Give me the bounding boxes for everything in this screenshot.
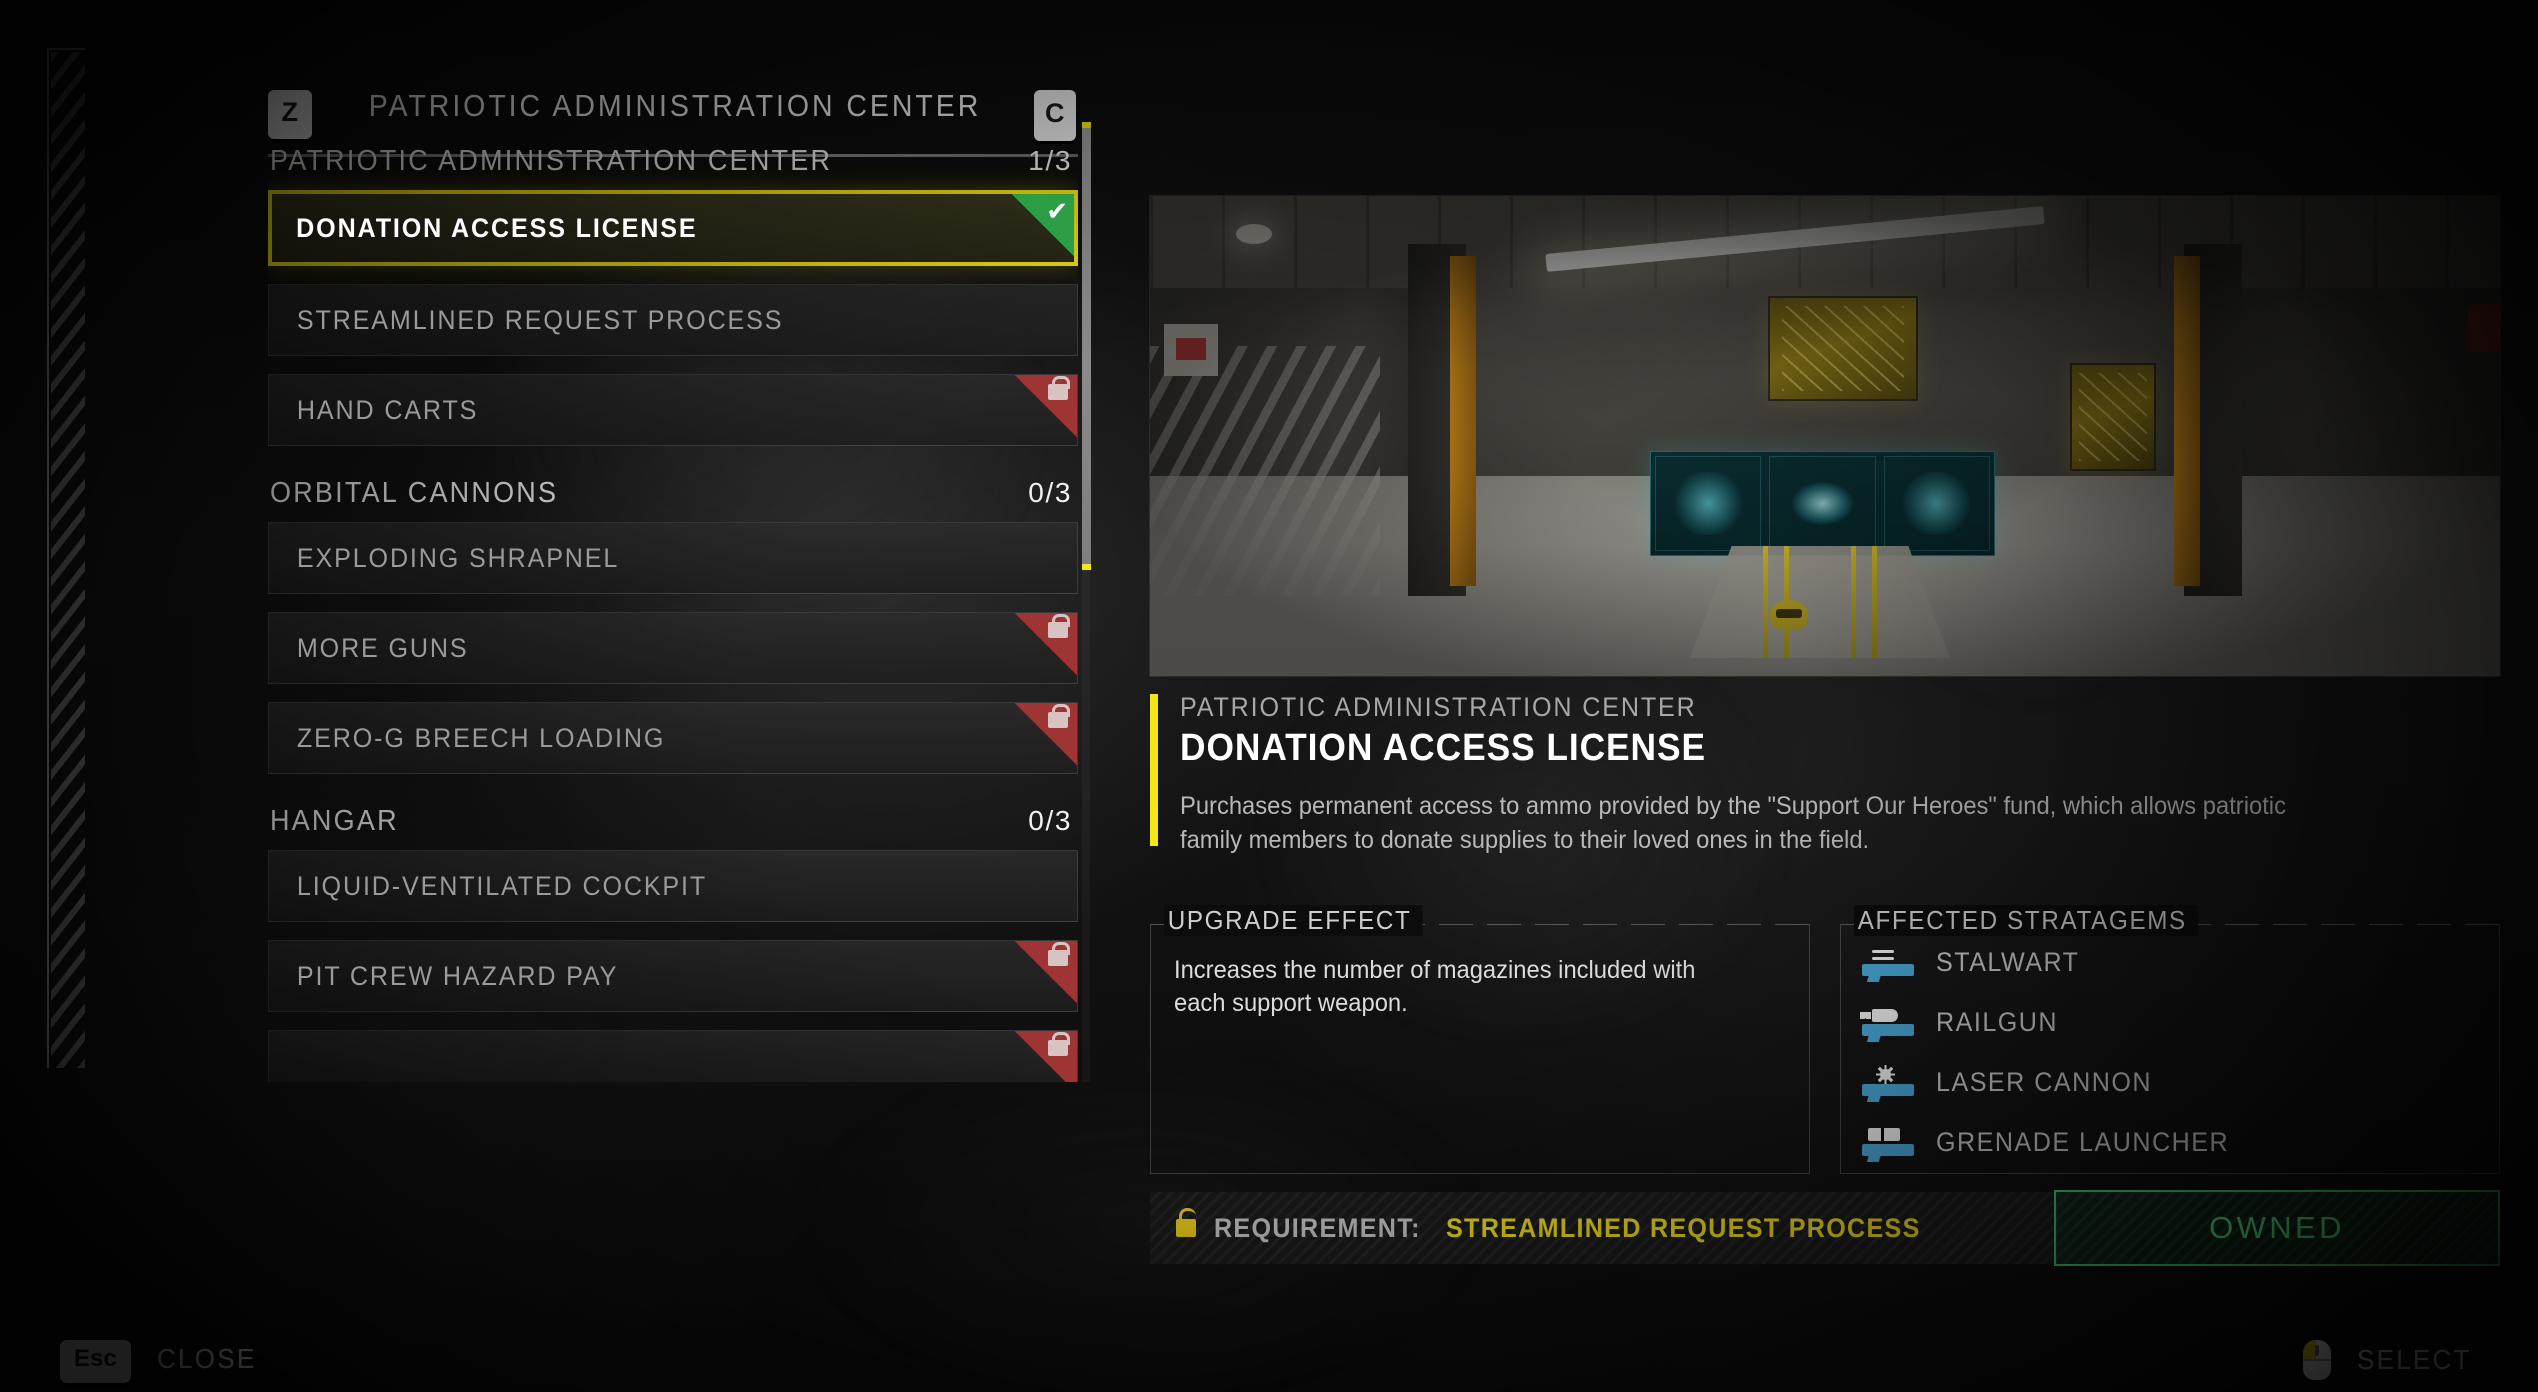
category-progress-count: 0/3 (1028, 805, 1072, 836)
select-label: SELECT (2356, 1344, 2472, 1375)
laser-cannon-icon (1858, 1062, 1920, 1102)
locked-corner-flag (1015, 941, 1077, 1003)
affected-stratagems-box: AFFECTED STRATAGEMS STALWART RAILGUN LASER… (1840, 905, 2500, 1174)
stratagem-row: LASER CANNON (1858, 1052, 2490, 1112)
category-header: HANGAR 0/3 (268, 792, 1078, 850)
page-title: PATRIOTIC ADMINISTRATION CENTER (368, 88, 982, 123)
upgrade-item-label: HAND CARTS (296, 394, 479, 425)
locked-corner-flag (1015, 375, 1077, 437)
upgrade-list-item[interactable]: PIT CREW HAZARD PAY (268, 940, 1078, 1012)
upgrade-list-item[interactable]: STREAMLINED REQUEST PROCESS (268, 284, 1078, 356)
detail-header: PATRIOTIC ADMINISTRATION CENTER DONATION… (1150, 692, 2500, 857)
upgrade-list[interactable]: PATRIOTIC ADMINISTRATION CENTER 1/3 DONATI… (268, 132, 1078, 1082)
upgrade-list-item[interactable]: EXPLODING SHRAPNEL (268, 522, 1078, 594)
scrollbar-thumb[interactable] (1082, 122, 1091, 570)
category-progress-count: 1/3 (1028, 145, 1072, 176)
stratagem-row: RAILGUN (1858, 992, 2490, 1052)
footer-close-hint[interactable]: Esc CLOSE (60, 1340, 264, 1378)
stratagem-row: STALWART (1858, 932, 2490, 992)
upgrade-item-label: STREAMLINED REQUEST PROCESS (296, 304, 784, 335)
upgrade-list-item[interactable]: LIQUID-VENTILATED COCKPIT (268, 850, 1078, 922)
mouse-wheel (2314, 1345, 2319, 1356)
upgrade-list-item[interactable]: HAND CARTS (268, 374, 1078, 446)
unlock-icon (1176, 1208, 1196, 1237)
requirement-bar: REQUIREMENT: STREAMLINED REQUEST PROCESS (1150, 1192, 2070, 1264)
detail-upgrade-name: DONATION ACCESS LICENSE (1180, 727, 1707, 769)
weapon-grip (1866, 1154, 1882, 1162)
requirement-value: STREAMLINED REQUEST PROCESS (1446, 1212, 1921, 1243)
footer-select-hint[interactable]: SELECT (2302, 1340, 2480, 1380)
upgrade-item-label: PIT CREW HAZARD PAY (296, 960, 619, 991)
next-category-key[interactable]: C (1034, 90, 1076, 136)
preview-shading-overlay (1150, 196, 2500, 676)
stratagem-label: GRENADE LAUNCHER (1936, 1126, 2230, 1157)
locked-corner-flag (1015, 613, 1077, 675)
locked-corner-flag (1015, 1031, 1077, 1082)
upgrade-list-item[interactable]: DONATION ACCESS LICENSE ✔ (268, 190, 1078, 266)
weapon-grip (1866, 974, 1882, 982)
lock-icon (1048, 376, 1070, 400)
upgrade-list-item[interactable] (268, 1030, 1078, 1082)
mouse-left-click-icon (2302, 1340, 2331, 1380)
detail-accent-bar (1150, 694, 1158, 846)
weapon-detail (1876, 1065, 1895, 1084)
weapon-detail (1872, 957, 1894, 960)
stratagem-row: GRENADE LAUNCHER (1858, 1112, 2490, 1172)
upgrade-list-item[interactable]: ZERO-G BREECH LOADING (268, 702, 1078, 774)
upgrade-item-label: EXPLODING SHRAPNEL (296, 542, 620, 573)
railgun-icon (1858, 1002, 1920, 1042)
upgrade-item-label: ZERO-G BREECH LOADING (296, 722, 666, 753)
hatch-pattern (51, 52, 85, 1068)
detail-category-label: PATRIOTIC ADMINISTRATION CENTER (1180, 692, 1697, 722)
ship-module-preview-image (1150, 196, 2500, 676)
close-label: CLOSE (156, 1343, 257, 1374)
stratagem-label: STALWART (1936, 946, 2080, 977)
category-name: PATRIOTIC ADMINISTRATION CENTER (270, 144, 833, 177)
stratagem-list: STALWART RAILGUN LASER CANNON GRENADE LAUNC… (1858, 932, 2490, 1172)
machine-gun-icon (1858, 942, 1920, 982)
owned-corner-flag: ✔ (1012, 194, 1074, 256)
requirement-label: REQUIREMENT: (1214, 1212, 1421, 1243)
check-icon: ✔ (1046, 196, 1068, 226)
stratagem-label: RAILGUN (1936, 1006, 2059, 1037)
prev-category-key[interactable]: Z (268, 90, 312, 134)
lock-icon (1048, 704, 1070, 728)
upgrade-item-label: MORE GUNS (296, 632, 469, 663)
lock-icon (1048, 1032, 1070, 1056)
upgrade-effect-box: UPGRADE EFFECT Increases the number of m… (1150, 905, 1810, 1174)
stratagem-label: LASER CANNON (1936, 1066, 2152, 1097)
locked-corner-flag (1015, 703, 1077, 765)
weapon-detail (1872, 1009, 1898, 1022)
category-header: PATRIOTIC ADMINISTRATION CENTER 1/3 (268, 132, 1078, 190)
purchase-button[interactable]: OWNED (2054, 1190, 2500, 1266)
panel-header: Z PATRIOTIC ADMINISTRATION CENTER C (268, 42, 1078, 157)
weapon-grip (1866, 1034, 1882, 1042)
mouse-divider (2302, 1359, 2331, 1361)
category-progress-count: 0/3 (1028, 477, 1072, 508)
upgrade-item-label: DONATION ACCESS LICENSE (296, 212, 698, 243)
detail-description: Purchases permanent access to ammo provi… (1180, 792, 2286, 854)
weapon-detail (1868, 1128, 1900, 1141)
category-name: HANGAR (270, 804, 399, 837)
esc-key[interactable]: Esc (60, 1340, 131, 1378)
upgrade-list-item[interactable]: MORE GUNS (268, 612, 1078, 684)
lock-icon (1048, 614, 1070, 638)
upgrade-item-label: LIQUID-VENTILATED COCKPIT (296, 870, 708, 901)
category-name: ORBITAL CANNONS (270, 476, 559, 509)
lock-icon (1048, 942, 1070, 966)
upgrade-effect-text: Increases the number of magazines includ… (1174, 956, 1696, 1017)
grenade-launcher-icon (1858, 1122, 1920, 1162)
weapon-grip (1866, 1094, 1882, 1102)
mouse-left-button (2302, 1340, 2316, 1359)
upgrade-effect-title: UPGRADE EFFECT (1164, 905, 1423, 936)
category-header: ORBITAL CANNONS 0/3 (268, 464, 1078, 522)
decorative-hatch-strip (47, 48, 85, 1068)
